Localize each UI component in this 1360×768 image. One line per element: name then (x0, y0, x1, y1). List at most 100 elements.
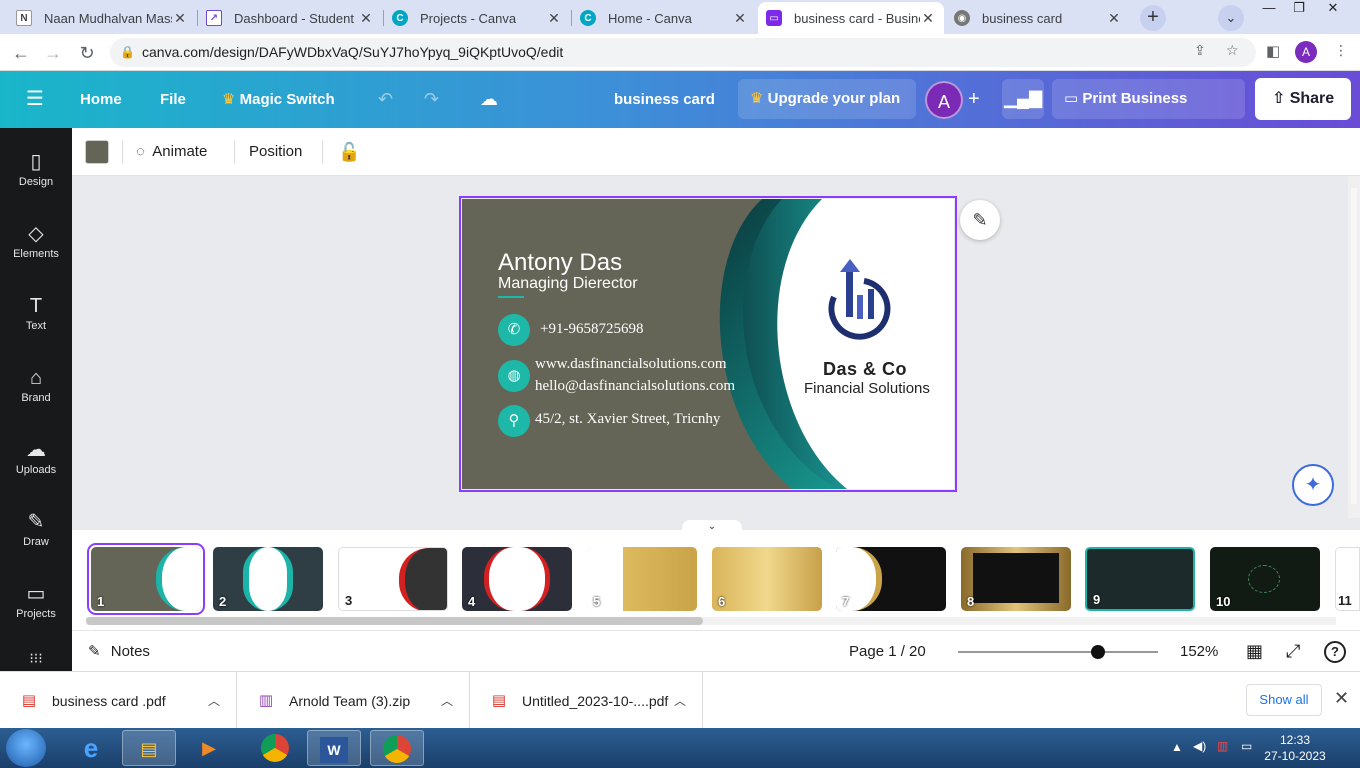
sidebar-item-design[interactable]: ▯ Design (0, 138, 72, 204)
sidebar-item-text[interactable]: T Text (0, 282, 72, 348)
position-button[interactable]: Position (249, 128, 302, 176)
add-collaborator-button[interactable]: + (968, 71, 980, 128)
share-button[interactable]: ⇧ Share (1255, 78, 1351, 120)
close-downloads-icon[interactable]: ✕ (1334, 688, 1349, 709)
profile-avatar[interactable]: A (1295, 41, 1317, 63)
reload-icon[interactable]: ↻ (74, 40, 100, 66)
close-icon[interactable]: ✕ (358, 10, 374, 27)
help-icon[interactable]: ? (1324, 631, 1346, 672)
close-icon[interactable]: ✕ (1106, 10, 1122, 27)
system-clock[interactable]: 12:33 27-10-2023 (1260, 732, 1330, 764)
lock-icon[interactable]: 🔓 (338, 128, 360, 176)
page-thumbnail-5[interactable]: 5 (587, 547, 697, 611)
page-thumbnail-1[interactable]: 1 (87, 543, 205, 615)
file-explorer-icon[interactable]: ▤ (122, 730, 176, 766)
sidebar-item-projects[interactable]: ▭ Projects (0, 570, 72, 636)
undo-icon[interactable]: ↶ (378, 71, 393, 128)
close-icon[interactable]: ✕ (920, 10, 936, 27)
restore-icon[interactable]: ❐ (1284, 0, 1314, 20)
tab-dashboard[interactable]: ↗ Dashboard - Student ✕ (198, 2, 382, 34)
company-tagline[interactable]: Financial Solutions (804, 380, 930, 397)
page-thumbnail-10[interactable]: 10 (1210, 547, 1320, 611)
hamburger-menu-icon[interactable]: ☰ (26, 71, 44, 128)
sidebar-item-draw[interactable]: ✎ Draw (0, 498, 72, 564)
magic-switch-button[interactable]: ♛ Magic Switch (222, 71, 335, 128)
tab-search-icon[interactable]: ⌄ (1218, 5, 1244, 31)
tab-projects-canva[interactable]: C Projects - Canva ✕ (384, 2, 570, 34)
fullscreen-icon[interactable]: ⤢ (1286, 631, 1300, 672)
back-icon[interactable]: ← (8, 40, 34, 66)
animate-button[interactable]: ◌ Animate (136, 128, 207, 176)
internet-explorer-icon[interactable]: e (64, 730, 118, 766)
card-email[interactable]: hello@dasfinancialsolutions.com (535, 378, 735, 395)
collapse-pages-chevron-icon[interactable]: ⌄ (682, 520, 742, 534)
menu-kebab-icon[interactable]: ⋮ (1334, 42, 1348, 59)
upgrade-plan-button[interactable]: ♛ Upgrade your plan (738, 79, 916, 119)
side-panel-icon[interactable]: ◧ (1266, 42, 1280, 60)
download-item[interactable]: ▤ business card .pdf ︿ (0, 672, 237, 729)
network-icon[interactable]: ▥ (1217, 739, 1228, 753)
add-comment-icon[interactable]: ✎ (960, 200, 1000, 240)
show-all-downloads-button[interactable]: Show all (1246, 684, 1322, 716)
magic-assistant-icon[interactable]: ✦ (1292, 464, 1334, 506)
page-thumbnail-9[interactable]: 9 (1085, 547, 1195, 611)
sidebar-item-elements[interactable]: ◇ Elements (0, 210, 72, 276)
chevron-up-icon[interactable]: ︿ (441, 692, 453, 709)
forward-icon[interactable]: → (40, 40, 66, 66)
page-thumbnail-3[interactable]: 3 (338, 547, 448, 611)
zoom-level[interactable]: 152% (1180, 631, 1218, 672)
page-thumbnail-8[interactable]: 8 (961, 547, 1071, 611)
design-title[interactable]: business card (614, 71, 715, 128)
page-thumbnail-2[interactable]: 2 (213, 547, 323, 611)
action-center-icon[interactable]: ▭ (1241, 739, 1252, 753)
page-thumbnail-4[interactable]: 4 (462, 547, 572, 611)
notes-button[interactable]: ✎ Notes (88, 631, 150, 672)
start-button[interactable] (6, 729, 46, 767)
file-menu-button[interactable]: File (160, 71, 186, 128)
card-name[interactable]: Antony Das (498, 249, 622, 277)
share-page-icon[interactable]: ⇪ (1194, 42, 1206, 59)
new-tab-button[interactable]: + (1140, 5, 1166, 31)
analytics-icon[interactable]: ▁▄▇ (1002, 79, 1044, 119)
home-button[interactable]: Home (80, 71, 122, 128)
page-indicator[interactable]: Page 1 / 20 (849, 631, 926, 672)
zoom-slider-knob[interactable] (1091, 645, 1105, 659)
card-phone[interactable]: +91-9658725698 (540, 321, 643, 338)
card-website[interactable]: www.dasfinancialsolutions.com (535, 356, 727, 373)
volume-icon[interactable]: ◀) (1193, 739, 1206, 753)
tab-business-card[interactable]: ◉ business card ✕ (946, 2, 1130, 34)
strip-horizontal-scrollbar[interactable] (86, 617, 1336, 625)
word-icon[interactable]: W (307, 730, 361, 766)
close-icon[interactable]: ✕ (732, 10, 748, 27)
redo-icon[interactable]: ↷ (424, 71, 439, 128)
download-item[interactable]: ▤ Untitled_2023-10-....pdf ︿ (470, 672, 703, 729)
tab-home-canva[interactable]: C Home - Canva ✕ (572, 2, 756, 34)
tab-naan-mudhalvan[interactable]: N Naan Mudhalvan Mass ✕ (8, 2, 196, 34)
close-icon[interactable]: ✕ (172, 10, 188, 27)
close-icon[interactable]: ✕ (546, 10, 562, 27)
bookmark-star-icon[interactable]: ☆ (1226, 42, 1239, 59)
chrome-icon[interactable] (248, 730, 302, 766)
tray-expand-icon[interactable]: ▲ (1171, 740, 1183, 754)
more-apps-icon[interactable]: ⁝⁝⁝ (0, 640, 72, 670)
tab-business-card-active[interactable]: ▭ business card - Busine ✕ (758, 2, 944, 34)
sidebar-item-uploads[interactable]: ☁ Uploads (0, 426, 72, 492)
download-item[interactable]: ▥ Arnold Team (3).zip ︿ (237, 672, 470, 729)
canvas-vertical-scrollbar[interactable] (1348, 176, 1360, 518)
card-address[interactable]: 45/2, st. Xavier Street, Tricnhy (535, 411, 720, 428)
company-name[interactable]: Das & Co (823, 359, 907, 380)
chevron-up-icon[interactable]: ︿ (674, 692, 686, 709)
grid-view-icon[interactable]: ▦ (1246, 631, 1263, 672)
card-role[interactable]: Managing Dierector (498, 275, 638, 293)
window-close-icon[interactable]: ✕ (1318, 0, 1348, 20)
zoom-slider[interactable] (958, 645, 1158, 659)
print-business-cards-button[interactable]: ▭ Print Business Cards (1052, 79, 1245, 147)
color-swatch[interactable] (85, 140, 109, 164)
page-thumbnail-7[interactable]: 7 (836, 547, 946, 611)
url-field[interactable]: 🔒 canva.com/design/DAFyWDbxVaQ/SuYJ7hoYp… (110, 38, 1256, 67)
user-avatar[interactable]: A (925, 81, 963, 119)
chevron-up-icon[interactable]: ︿ (208, 692, 220, 709)
sidebar-item-brand[interactable]: ⌂ Brand (0, 354, 72, 420)
page-thumbnail-6[interactable]: 6 (712, 547, 822, 611)
minimize-icon[interactable]: — (1254, 0, 1284, 20)
